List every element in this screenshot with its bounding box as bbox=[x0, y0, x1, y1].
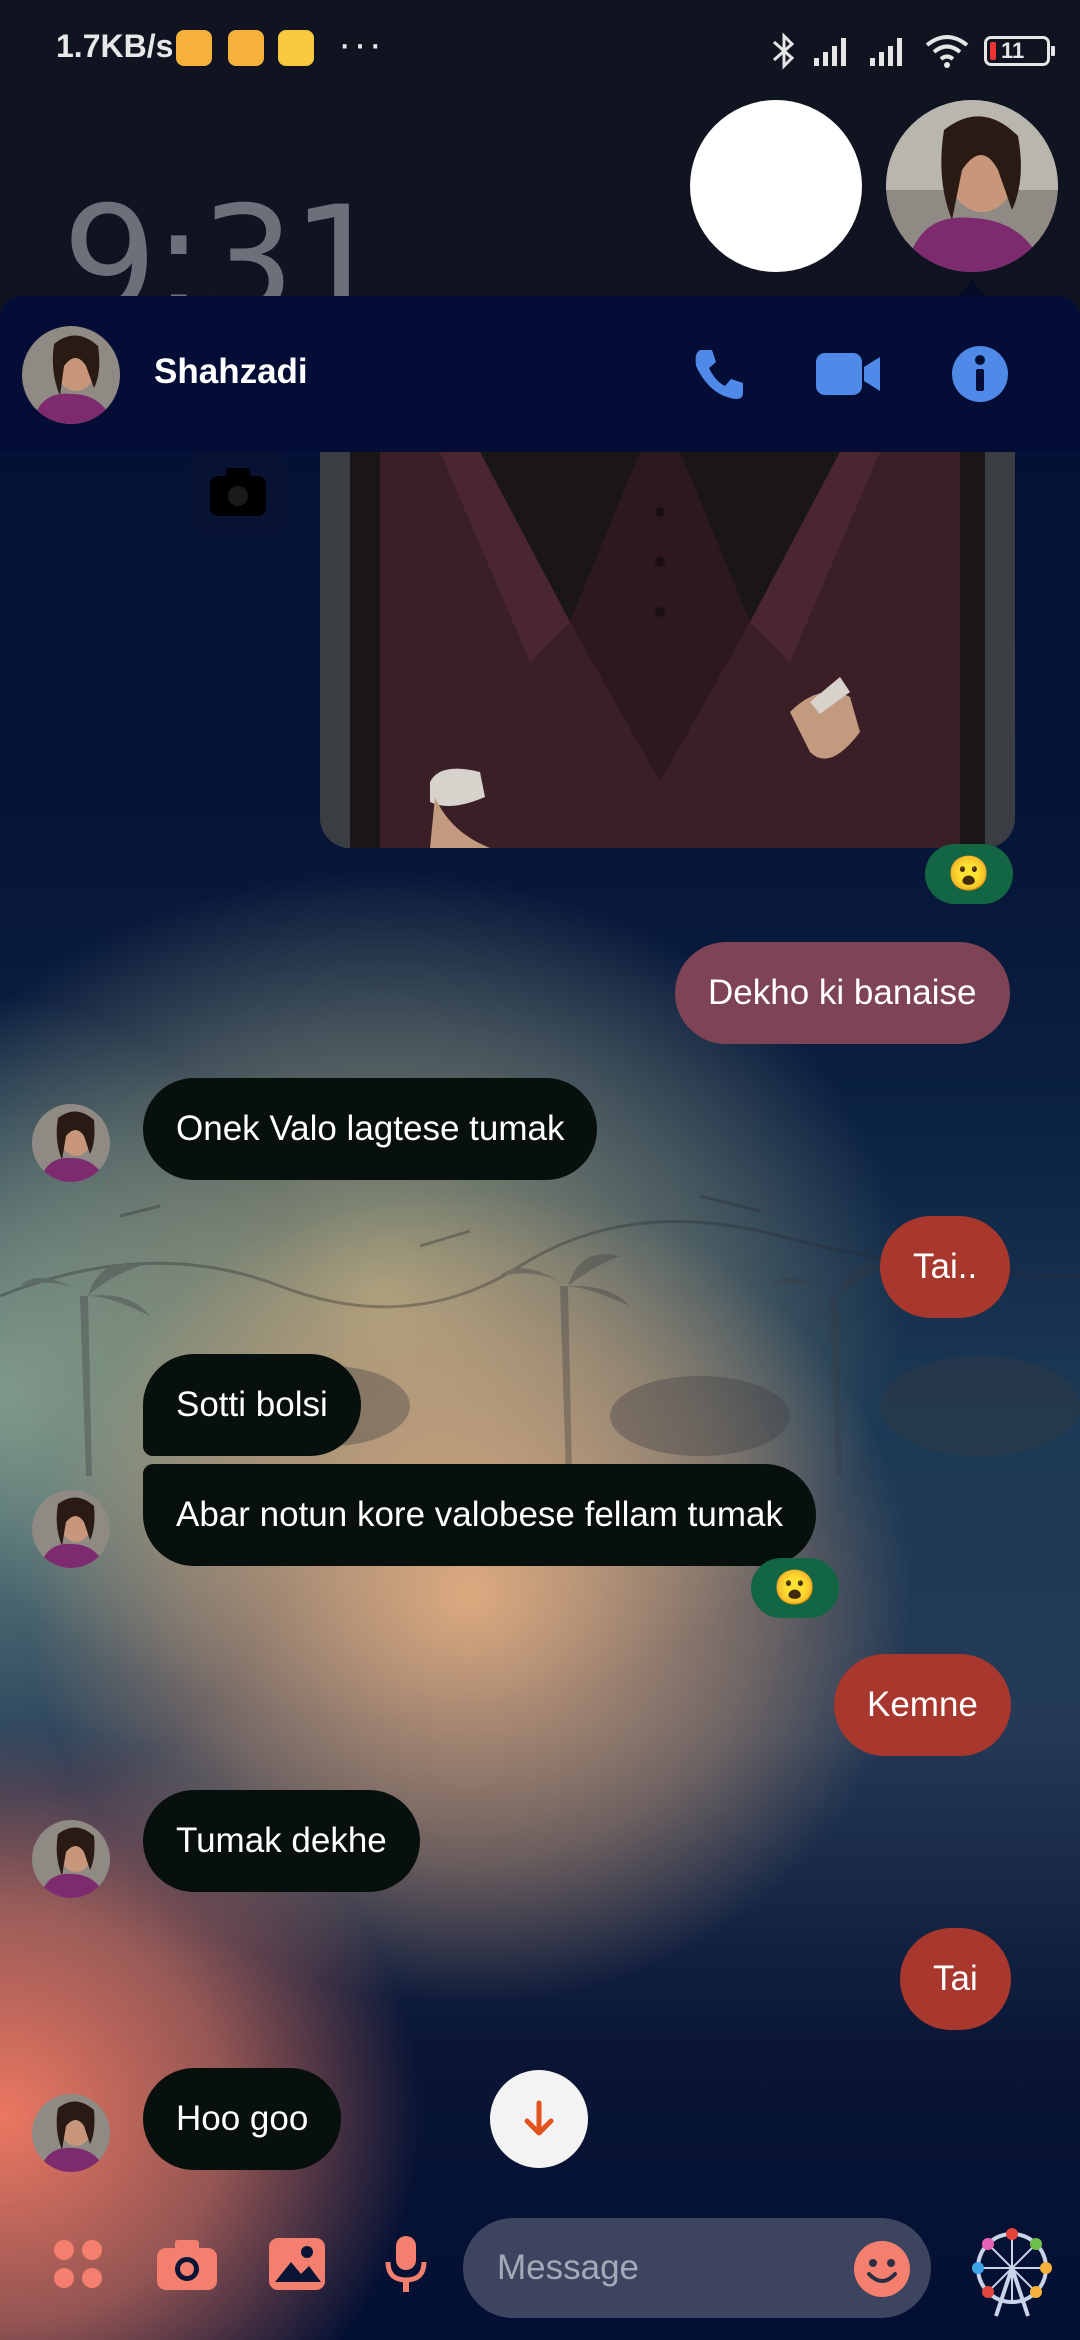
sent-message[interactable]: Kemne bbox=[834, 1654, 1011, 1756]
received-message[interactable]: Sotti bolsi bbox=[143, 1354, 361, 1456]
scroll-to-bottom-button[interactable] bbox=[490, 2070, 588, 2168]
message-text: Dekho ki banaise bbox=[708, 973, 977, 1012]
video-camera-icon bbox=[816, 353, 880, 395]
camera-button[interactable] bbox=[149, 2226, 225, 2302]
sender-avatar[interactable] bbox=[32, 1104, 110, 1182]
message-placeholder: Message bbox=[497, 2248, 640, 2287]
emoji-icon[interactable] bbox=[853, 2240, 911, 2298]
gallery-icon bbox=[269, 2238, 325, 2290]
bluetooth-icon bbox=[773, 32, 795, 70]
chat-head-bubble[interactable] bbox=[690, 100, 862, 272]
phone-call-button[interactable] bbox=[682, 338, 754, 410]
network-speed: 1.7KB/s bbox=[56, 28, 174, 64]
message-text: Abar notun kore valobese fellam tumak bbox=[176, 1495, 783, 1534]
ferris-wheel-icon[interactable] bbox=[966, 2226, 1058, 2318]
message-text: Tai.. bbox=[913, 1247, 978, 1286]
more-notifications-indicator: ··· bbox=[338, 22, 384, 66]
message-text: Tai bbox=[933, 1959, 978, 1998]
signal-icon bbox=[814, 38, 846, 66]
avatar-photo bbox=[22, 326, 120, 424]
battery-icon: 11 bbox=[984, 36, 1055, 66]
phone-icon bbox=[695, 350, 743, 399]
message-input[interactable]: Message bbox=[463, 2218, 931, 2318]
voice-message-button[interactable] bbox=[368, 2226, 444, 2302]
notes-notification-icon bbox=[228, 30, 264, 66]
apps-icon bbox=[54, 2240, 102, 2288]
image-message[interactable] bbox=[320, 452, 1015, 848]
gallery-button[interactable] bbox=[259, 2226, 335, 2302]
reaction-badge[interactable]: 😮 bbox=[925, 844, 1013, 904]
sent-message[interactable]: Tai.. bbox=[880, 1216, 1011, 1318]
message-text: Hoo goo bbox=[176, 2099, 309, 2138]
sent-message[interactable]: Tai bbox=[900, 1928, 1011, 2030]
microphone-icon bbox=[385, 2236, 427, 2292]
message-text: Kemne bbox=[867, 1685, 978, 1724]
message-text: Onek Valo lagtese tumak bbox=[176, 1109, 565, 1148]
received-message[interactable]: Hoo goo bbox=[143, 2068, 342, 2170]
reaction-badge[interactable]: 😮 bbox=[751, 1558, 839, 1618]
apps-button[interactable] bbox=[40, 2226, 116, 2302]
info-icon bbox=[952, 346, 1008, 402]
sender-avatar[interactable] bbox=[32, 1820, 110, 1898]
avatar-photo bbox=[886, 100, 1058, 272]
notes-notification-icon bbox=[176, 30, 212, 66]
arrow-down-icon bbox=[524, 2100, 554, 2136]
message-text: Tumak dekhe bbox=[176, 1821, 387, 1860]
surprised-emoji-icon: 😮 bbox=[773, 1569, 817, 1607]
sender-avatar[interactable] bbox=[32, 1490, 110, 1568]
sender-avatar[interactable] bbox=[32, 2094, 110, 2172]
info-button[interactable] bbox=[944, 338, 1016, 410]
chat-header: Shahzadi bbox=[0, 296, 1080, 452]
received-message[interactable]: Tumak dekhe bbox=[143, 1790, 420, 1892]
camera-icon bbox=[190, 452, 286, 532]
status-bar: 1.7KB/s ··· 11 bbox=[0, 0, 1080, 100]
video-call-button[interactable] bbox=[812, 338, 884, 410]
contact-avatar[interactable] bbox=[22, 326, 120, 424]
signal-icon bbox=[870, 38, 902, 66]
contact-name[interactable]: Shahzadi bbox=[154, 352, 308, 392]
suit-photo bbox=[320, 452, 1015, 848]
surprised-emoji-icon: 😮 bbox=[947, 855, 991, 893]
message-text: Sotti bolsi bbox=[176, 1385, 328, 1424]
camera-icon bbox=[157, 2240, 217, 2290]
app-notification-icon bbox=[278, 30, 314, 66]
chat-window: Shahzadi 😮 Dekho ki banaise Onek Valo la… bbox=[0, 296, 1080, 2340]
battery-level: 11 bbox=[1001, 38, 1025, 63]
chat-head-avatar[interactable] bbox=[886, 100, 1058, 272]
status-icons: 11 bbox=[770, 26, 1055, 76]
wifi-icon bbox=[925, 35, 969, 68]
received-message[interactable]: Abar notun kore valobese fellam tumak bbox=[143, 1464, 816, 1566]
sent-message[interactable]: Dekho ki banaise bbox=[675, 942, 1010, 1044]
received-message[interactable]: Onek Valo lagtese tumak bbox=[143, 1078, 598, 1180]
